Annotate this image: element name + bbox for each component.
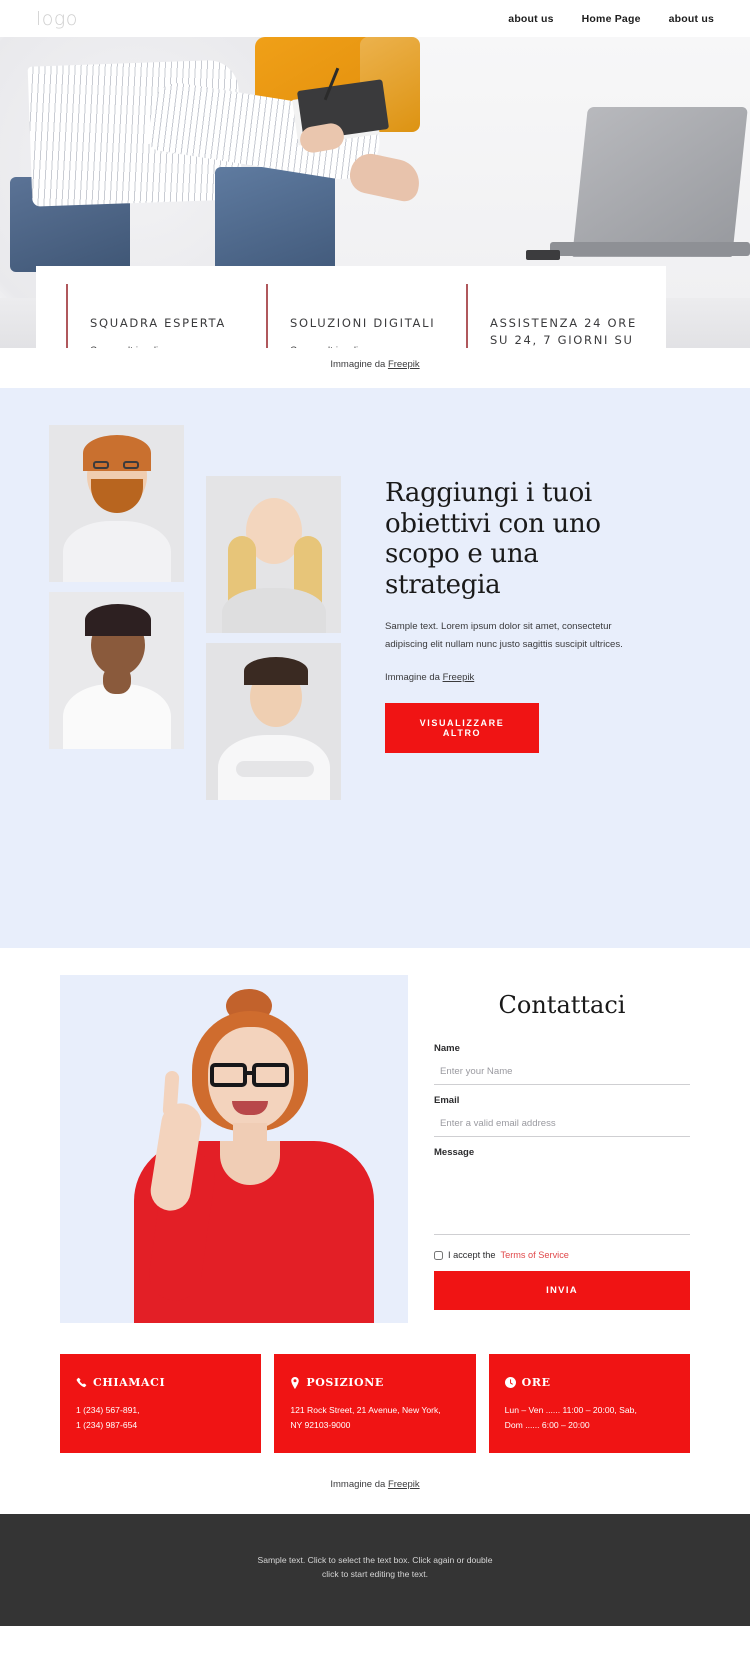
name-field-group: Name — [434, 1043, 690, 1085]
hero-section: SQUADRA ESPERTA Cursus ultrice diam SOLU… — [0, 37, 750, 348]
credit-prefix: Immagine da — [385, 672, 443, 684]
hero-pointing-hand — [346, 150, 424, 204]
team-image-credit: Immagine da Freepik — [385, 672, 655, 683]
credit-prefix: Immagine da — [330, 359, 388, 370]
clock-icon — [504, 1377, 516, 1388]
feature-title: ASSISTENZA 24 ORE SU 24, 7 GIORNI SU 7 — [490, 316, 637, 347]
view-more-button[interactable]: VISUALIZZARE ALTRO — [385, 703, 539, 754]
team-section: Raggiungi i tuoi obiettivi con uno scopo… — [0, 388, 750, 948]
info-card-location: POSIZIONE 121 Rock Street, 21 Avenue, Ne… — [274, 1354, 476, 1454]
team-text: Sample text. Lorem ipsum dolor sit amet,… — [385, 620, 623, 651]
feature-card: SQUADRA ESPERTA Cursus ultrice diam SOLU… — [36, 266, 666, 348]
main-nav: about us Home Page about us — [508, 13, 714, 25]
info-card-line: NY 92103-9000 — [290, 1420, 351, 1431]
photo-glasses-right — [252, 1063, 289, 1087]
team-copy: Raggiungi i tuoi obiettivi con uno scopo… — [385, 478, 655, 754]
info-card-line: Lun – Ven ...... 11:00 – 20:00, Sab, — [504, 1405, 637, 1415]
photo-glasses-left — [210, 1063, 247, 1087]
team-photo-3 — [49, 592, 184, 749]
info-card-title: POSIZIONE — [306, 1376, 384, 1389]
freepik-link[interactable]: Freepik — [388, 359, 420, 370]
email-label: Email — [434, 1095, 460, 1106]
logo[interactable]: logo — [36, 8, 78, 30]
email-input[interactable] — [434, 1114, 690, 1137]
info-card-line: Dom ...... 6:00 – 20:00 — [504, 1420, 590, 1431]
footer-image-credit: Immagine da Freepik — [0, 1453, 750, 1515]
feature-column-3: ASSISTENZA 24 ORE SU 24, 7 GIORNI SU 7 C… — [466, 284, 666, 348]
message-label: Message — [434, 1147, 475, 1158]
hero-person-jeans-center — [215, 167, 335, 277]
info-card-line: 121 Rock Street, 21 Avenue, New York, — [290, 1405, 441, 1415]
location-pin-icon — [290, 1376, 300, 1389]
accept-terms-text: I accept the — [448, 1250, 496, 1260]
info-card-header: POSIZIONE — [290, 1376, 459, 1389]
credit-prefix: Immagine da — [330, 1479, 388, 1491]
freepik-link[interactable]: Freepik — [388, 1479, 420, 1490]
feature-title: SOLUZIONI DIGITALI — [290, 316, 436, 330]
accept-terms-checkbox[interactable] — [434, 1250, 443, 1260]
site-footer: Sample text. Click to select the text bo… — [0, 1514, 750, 1626]
contact-photo — [60, 975, 408, 1323]
email-field-group: Email — [434, 1095, 690, 1137]
team-photo-1 — [49, 425, 184, 582]
message-field-group: Message — [434, 1147, 690, 1240]
info-card-line: 1 (234) 987-654 — [76, 1420, 138, 1431]
contact-title: Contattaci — [498, 991, 626, 1019]
submit-button[interactable]: INVIA — [434, 1271, 690, 1310]
info-card-title: ORE — [521, 1376, 551, 1389]
hero-phone — [526, 250, 560, 260]
phone-icon — [76, 1377, 87, 1388]
message-textarea[interactable] — [434, 1165, 690, 1235]
info-cards: CHIAMACI 1 (234) 567-891, 1 (234) 987-65… — [60, 1354, 690, 1454]
info-card-hours: ORE Lun – Ven ...... 11:00 – 20:00, Sab,… — [488, 1354, 690, 1454]
info-card-header: CHIAMACI — [76, 1376, 245, 1389]
info-card-call-us: CHIAMACI 1 (234) 567-891, 1 (234) 987-65… — [60, 1354, 262, 1454]
feature-column-1: SQUADRA ESPERTA Cursus ultrice diam — [66, 284, 266, 348]
footer-text-line-1: Sample text. Click to select the text bo… — [257, 1555, 493, 1566]
terms-of-service-link[interactable]: Terms of Service — [501, 1250, 569, 1260]
hero-laptop — [572, 107, 748, 257]
info-card-header: ORE — [504, 1376, 674, 1389]
info-card-line: 1 (234) 567-891, — [76, 1405, 140, 1415]
feature-title: SQUADRA ESPERTA — [90, 316, 226, 330]
contact-section: Contattaci Name Email Message I accept t… — [0, 948, 750, 1515]
photo-glasses-bridge — [246, 1071, 254, 1075]
hero-image-credit: Immagine da Freepik — [0, 348, 750, 370]
feature-column-2: SOLUZIONI DIGITALI Cursus ultrice diam — [266, 284, 466, 348]
hero-laptop-base — [550, 242, 750, 256]
team-photo-4 — [206, 643, 341, 800]
contact-form: Contattaci Name Email Message I accept t… — [434, 975, 690, 1323]
freepik-link[interactable]: Freepik — [443, 672, 475, 683]
feature-subtitle: Cursus ultrice diam — [90, 345, 244, 348]
team-photo-2 — [206, 476, 341, 633]
accept-terms-row: I accept the Terms of Service — [434, 1250, 690, 1260]
name-input[interactable] — [434, 1062, 690, 1085]
feature-subtitle: Cursus ultrice diam — [290, 345, 444, 348]
nav-item-about-us-2[interactable]: about us — [669, 13, 714, 25]
nav-item-home-page[interactable]: Home Page — [582, 13, 641, 25]
team-title: Raggiungi i tuoi obiettivi con uno scopo… — [385, 478, 601, 601]
name-label: Name — [434, 1043, 460, 1054]
page-root: logo about us Home Page about us SQUADRA… — [0, 0, 750, 1626]
info-card-title: CHIAMACI — [93, 1376, 166, 1389]
nav-item-about-us-1[interactable]: about us — [508, 13, 553, 25]
site-header: logo about us Home Page about us — [0, 0, 750, 37]
footer-text-line-2: click to start editing the text. — [321, 1568, 429, 1579]
